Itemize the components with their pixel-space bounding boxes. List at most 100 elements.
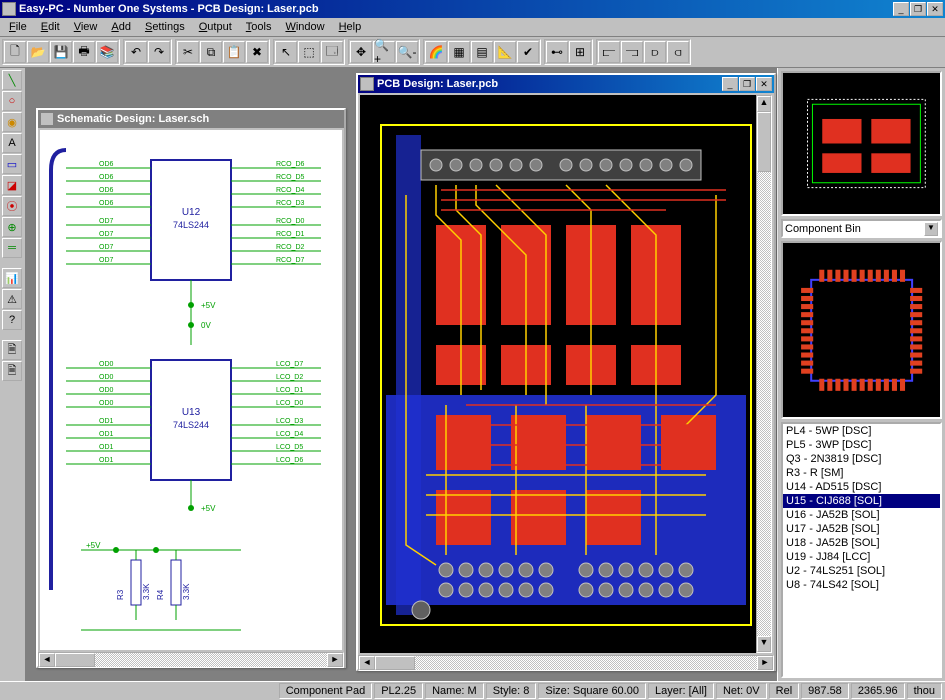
scroll-up-icon[interactable]: ▲ [757, 96, 771, 112]
component-bin-combo[interactable]: Component Bin ▼ [781, 219, 942, 238]
menu-add[interactable]: Add [104, 19, 138, 35]
undo-icon[interactable]: ↶ [125, 41, 147, 63]
svg-text:OD0: OD0 [99, 361, 114, 368]
schematic-canvas[interactable]: U12 74LS244 OD6OD6 OD6OD6 OD7OD7 OD7OD7 [40, 130, 342, 650]
bin-list-item[interactable]: U18 - JA52B [SOL] [783, 536, 940, 550]
bin-list-item[interactable]: U14 - AD515 [DSC] [783, 480, 940, 494]
pcb-vscroll[interactable]: ▲ ▼ [756, 95, 772, 653]
layers-icon[interactable]: ▤ [471, 41, 493, 63]
menu-file[interactable]: File [2, 19, 34, 35]
pcb-canvas[interactable] [360, 95, 772, 653]
status-y: 2365.96 [851, 683, 905, 699]
bin-list-item[interactable]: U8 - 74LS42 [SOL] [783, 578, 940, 592]
pcb-window[interactable]: PCB Design: Laser.pcb _ ❐ ✕ [356, 73, 776, 671]
shape-icon[interactable]: ○ [2, 91, 22, 111]
doc2-icon[interactable]: 🗎 [2, 361, 22, 381]
properties-icon[interactable]: 🗔 [321, 41, 343, 63]
frame-select-icon[interactable]: ⬚ [298, 41, 320, 63]
maximize-button[interactable]: ❐ [910, 2, 926, 16]
bin-list-item[interactable]: PL4 - 5WP [DSC] [783, 424, 940, 438]
align-left-icon[interactable]: ⫍ [598, 41, 620, 63]
delete-icon[interactable]: ✖ [246, 41, 268, 63]
bin-list-item[interactable]: PL5 - 3WP [DSC] [783, 438, 940, 452]
scroll-right-icon[interactable]: ► [327, 653, 343, 667]
grid2-icon[interactable]: ⊞ [569, 41, 591, 63]
scroll-right-icon[interactable]: ► [757, 656, 773, 670]
check-icon[interactable]: ✔ [517, 41, 539, 63]
measure-icon[interactable]: 📐 [494, 41, 516, 63]
status-net: Net: 0V [716, 683, 767, 699]
scroll-left-icon[interactable]: ◄ [359, 656, 375, 670]
align-right-icon[interactable]: ⫐ [644, 41, 666, 63]
menu-help[interactable]: Help [332, 19, 369, 35]
pad-icon[interactable]: ◉ [2, 112, 22, 132]
app-icon [2, 2, 16, 16]
bin-list-item[interactable]: U19 - JJ84 [LCC] [783, 550, 940, 564]
area-icon[interactable]: ◪ [2, 175, 22, 195]
net-icon[interactable]: ⊕ [2, 217, 22, 237]
combo-label: Component Bin [785, 223, 861, 235]
distribute-icon[interactable]: ⫏ [667, 41, 689, 63]
align-center-icon[interactable]: ⫎ [621, 41, 643, 63]
schematic-titlebar[interactable]: Schematic Design: Laser.sch [38, 110, 344, 128]
pcb-maximize-button[interactable]: ❐ [739, 77, 755, 91]
copy-icon[interactable]: ⧉ [200, 41, 222, 63]
chevron-down-icon[interactable]: ▼ [924, 222, 938, 236]
menu-view[interactable]: View [67, 19, 105, 35]
left-toolbar: ╲ ○ ◉ A ▭ ◪ ⦿ ⊕ ═ 📊 ⚠ ? 🗎 🗎 [0, 68, 26, 681]
bin-list-item[interactable]: Q3 - 2N3819 [DSC] [783, 452, 940, 466]
bin-list-item[interactable]: R3 - R [SM] [783, 466, 940, 480]
open-file-icon[interactable]: 📂 [27, 41, 49, 63]
bin-list-item[interactable]: U17 - JA52B [SOL] [783, 522, 940, 536]
route-icon[interactable]: ⊷ [546, 41, 568, 63]
scroll-down-icon[interactable]: ▼ [757, 636, 771, 652]
redo-icon[interactable]: ↷ [148, 41, 170, 63]
schematic-window[interactable]: Schematic Design: Laser.sch U12 74LS244 [36, 108, 346, 668]
status-style: Style: 8 [486, 683, 537, 699]
grid-icon[interactable]: ▦ [448, 41, 470, 63]
menu-edit[interactable]: Edit [34, 19, 67, 35]
library-icon[interactable]: 📚 [96, 41, 118, 63]
close-button[interactable]: ✕ [927, 2, 943, 16]
scroll-left-icon[interactable]: ◄ [39, 653, 55, 667]
bin-list-item[interactable]: U16 - JA52B [SOL] [783, 508, 940, 522]
svg-text:R3: R3 [116, 589, 125, 600]
overview-panel[interactable] [781, 71, 942, 216]
menu-tools[interactable]: Tools [239, 19, 279, 35]
bus-icon[interactable]: ═ [2, 238, 22, 258]
pcb-titlebar[interactable]: PCB Design: Laser.pcb _ ❐ ✕ [358, 75, 774, 93]
u12-ref: U12 [182, 207, 201, 218]
pcb-close-button[interactable]: ✕ [756, 77, 772, 91]
component-icon[interactable]: ▭ [2, 154, 22, 174]
menu-window[interactable]: Window [278, 19, 331, 35]
track-icon[interactable]: ╲ [2, 70, 22, 90]
help-icon[interactable]: ? [2, 310, 22, 330]
pan-icon[interactable]: ✥ [350, 41, 372, 63]
new-file-icon[interactable]: 🗋 [4, 41, 26, 63]
doc1-icon[interactable]: 🗎 [2, 340, 22, 360]
zoom-in-icon[interactable]: 🔍+ [373, 41, 395, 63]
colors-icon[interactable]: 🌈 [425, 41, 447, 63]
cut-icon[interactable]: ✂ [177, 41, 199, 63]
text-icon[interactable]: A [2, 133, 22, 153]
bin-list-item[interactable]: U15 - CIJ688 [SOL] [783, 494, 940, 508]
component-bin-list[interactable]: PL4 - 5WP [DSC]PL5 - 3WP [DSC]Q3 - 2N381… [781, 422, 942, 678]
menu-settings[interactable]: Settings [138, 19, 192, 35]
pcb-minimize-button[interactable]: _ [722, 77, 738, 91]
zoom-out-icon[interactable]: 🔍- [396, 41, 418, 63]
via-icon[interactable]: ⦿ [2, 196, 22, 216]
print-icon[interactable]: 🖶 [73, 41, 95, 63]
save-icon[interactable]: 💾 [50, 41, 72, 63]
drc-icon[interactable]: ⚠ [2, 289, 22, 309]
bin-list-item[interactable]: U2 - 74LS251 [SOL] [783, 564, 940, 578]
select-icon[interactable]: ↖ [275, 41, 297, 63]
scroll-thumb-v[interactable] [757, 112, 771, 172]
schematic-hscroll[interactable]: ◄ ► [38, 652, 344, 668]
report-icon[interactable]: 📊 [2, 268, 22, 288]
paste-icon[interactable]: 📋 [223, 41, 245, 63]
minimize-button[interactable]: _ [893, 2, 909, 16]
scroll-thumb[interactable] [375, 656, 415, 670]
menu-output[interactable]: Output [192, 19, 239, 35]
scroll-thumb[interactable] [55, 653, 95, 667]
pcb-hscroll[interactable]: ◄ ► [358, 655, 774, 671]
